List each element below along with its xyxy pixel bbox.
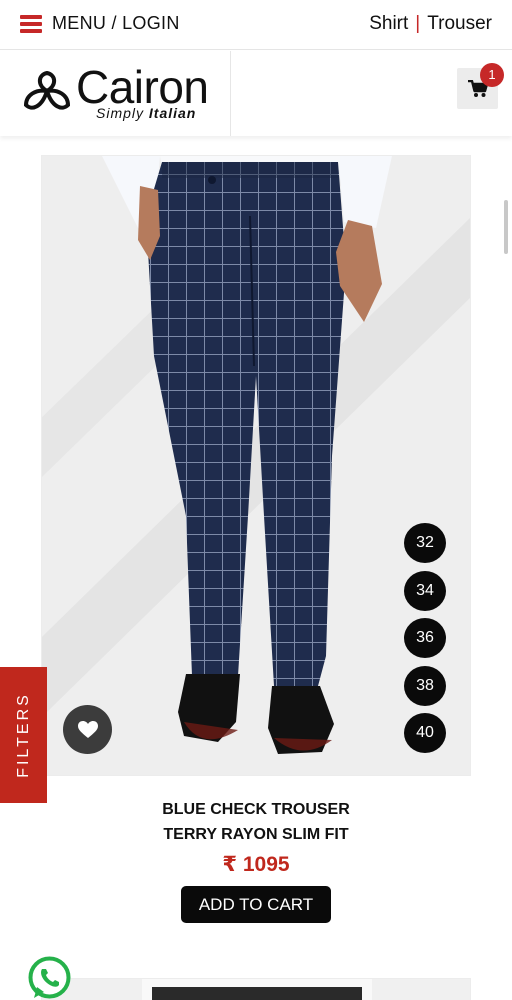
logo-divider xyxy=(230,51,231,136)
size-option[interactable]: 32 xyxy=(404,523,446,563)
hamburger-icon xyxy=(20,14,42,33)
nav-shirt-link[interactable]: Shirt xyxy=(369,13,408,35)
size-option[interactable]: 34 xyxy=(404,570,446,611)
heart-icon xyxy=(77,720,98,738)
product-name-line1: BLUE CHECK TROUSER xyxy=(162,801,350,818)
size-option[interactable]: 36 xyxy=(404,618,446,658)
logo-bar: Cairon Simply Italian xyxy=(0,51,512,136)
product-name[interactable]: BLUE CHECK TROUSER TERRY RAYON SLIM FIT xyxy=(0,797,512,847)
filters-tab[interactable]: FILTERS xyxy=(0,667,47,803)
nav-trouser-link[interactable]: Trouser xyxy=(427,13,492,35)
brand-tagline: Simply Italian xyxy=(96,105,196,121)
tagline-italian: Italian xyxy=(148,105,197,121)
size-option[interactable]: 38 xyxy=(404,665,446,706)
filters-label: FILTERS xyxy=(14,692,32,778)
whatsapp-chat-button[interactable] xyxy=(26,954,73,1000)
nav-separator: | xyxy=(415,13,421,34)
top-bar: MENU / LOGIN Shirt | Trouser xyxy=(0,0,512,50)
menu-login-button[interactable]: MENU / LOGIN xyxy=(20,13,180,34)
product-name-line2: TERRY RAYON SLIM FIT xyxy=(163,826,349,843)
menu-login-label: MENU / LOGIN xyxy=(52,13,180,33)
next-product-image[interactable] xyxy=(41,978,471,1000)
brand-name: Cairon xyxy=(76,61,209,113)
category-nav: Shirt | Trouser xyxy=(369,13,492,35)
brand-logo[interactable]: Cairon Simply Italian xyxy=(22,63,212,123)
cart-count-badge: 1 xyxy=(480,63,504,87)
add-to-cart-button[interactable]: ADD TO CART xyxy=(181,886,331,923)
whatsapp-icon xyxy=(28,956,71,999)
product-price: ₹ 1095 xyxy=(222,853,290,876)
tagline-simply: Simply xyxy=(96,105,145,121)
wishlist-button[interactable] xyxy=(63,705,112,754)
size-option[interactable]: 40 xyxy=(404,713,446,753)
page-scrollbar[interactable] xyxy=(504,200,508,254)
size-options: 32 34 36 38 40 xyxy=(404,523,446,761)
cairon-logo-mark-icon xyxy=(23,71,71,110)
